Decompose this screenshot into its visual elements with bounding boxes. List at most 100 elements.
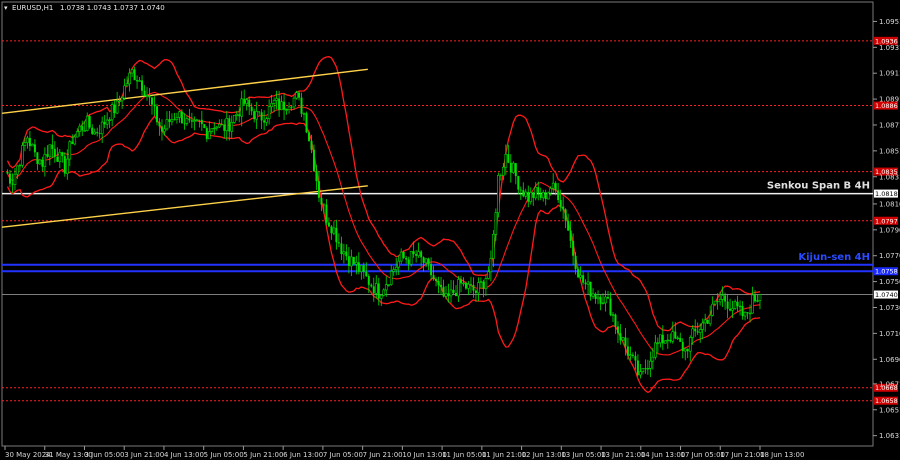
- candle-body: [524, 191, 528, 197]
- candle-body: [13, 173, 17, 185]
- candle-body: [255, 111, 258, 120]
- candle-body: [574, 255, 577, 270]
- candle-body: [405, 257, 408, 260]
- candle-body: [327, 222, 330, 227]
- candle-body: [145, 94, 149, 97]
- candle-body: [541, 192, 545, 199]
- price-chart[interactable]: 1.09361.08861.08351.08181.07971.07581.07…: [0, 0, 900, 460]
- candle-body: [537, 187, 540, 194]
- candle-body: [729, 308, 732, 311]
- candle-body: [155, 106, 158, 123]
- candle-body: [607, 297, 610, 299]
- candle-body: [178, 111, 181, 118]
- candle-body: [85, 115, 89, 131]
- candle-body: [455, 292, 458, 296]
- candle-body: [614, 314, 617, 327]
- candle-body: [365, 271, 368, 276]
- candle-body: [175, 117, 179, 120]
- candle-body: [11, 183, 14, 185]
- candle-body: [110, 104, 114, 121]
- candle-body: [420, 251, 423, 258]
- candle-body: [188, 118, 191, 121]
- candle-body: [28, 138, 31, 147]
- candle-body: [250, 106, 253, 112]
- candle-body: [138, 80, 141, 82]
- candle-body: [569, 230, 572, 241]
- candle-body: [758, 294, 762, 301]
- candle-body: [464, 283, 467, 289]
- candle-body: [352, 256, 355, 265]
- level-price-label: 1.0740: [875, 291, 898, 299]
- x-tick-label: 13 Jun 21:00: [601, 451, 645, 459]
- candle-body: [544, 192, 547, 200]
- candle-body: [517, 176, 520, 190]
- candle-body: [65, 158, 69, 174]
- x-tick-label: 7 Jun 05:00: [323, 451, 363, 459]
- candle-body: [582, 275, 585, 283]
- candle-body: [703, 319, 707, 324]
- candle-body: [243, 98, 246, 104]
- candle-body: [387, 284, 391, 286]
- candle-body: [58, 151, 62, 163]
- y-tick-label: 1.0651: [879, 406, 900, 414]
- candle-body: [258, 111, 261, 113]
- candle-body: [332, 227, 336, 234]
- header-arrow[interactable]: ▾: [4, 4, 8, 12]
- candle-body: [180, 111, 183, 124]
- candle-body: [409, 250, 413, 265]
- candle-body: [190, 120, 193, 122]
- candle-body: [83, 130, 87, 132]
- candle-body: [609, 298, 612, 315]
- candle-body: [412, 251, 415, 255]
- candle-body: [502, 166, 505, 176]
- candle-body: [295, 92, 298, 99]
- x-tick-label: 17 Jun 21:00: [720, 451, 764, 459]
- candle-body: [357, 262, 360, 272]
- candle-body: [432, 275, 435, 280]
- candle-body: [514, 163, 517, 177]
- x-tick-label: 14 Jun 13:00: [641, 451, 685, 459]
- candle-body: [120, 97, 124, 102]
- candle-body: [73, 136, 77, 145]
- y-tick-label: 1.0671: [879, 380, 900, 388]
- candle-body: [394, 266, 398, 270]
- candle-body: [225, 118, 229, 132]
- candle-body: [721, 295, 724, 300]
- candle-body: [285, 109, 288, 111]
- candle-body: [654, 342, 657, 358]
- candle-body: [230, 122, 234, 132]
- candle-body: [397, 260, 400, 268]
- candle-body: [382, 289, 386, 296]
- candle-body: [447, 293, 450, 296]
- candle-body: [681, 341, 684, 352]
- candle-body: [91, 127, 94, 134]
- x-tick-label: 5 Jun 05:00: [204, 451, 244, 459]
- candle-body: [522, 190, 525, 197]
- candle-body: [108, 119, 111, 121]
- candle-body: [312, 149, 315, 172]
- level-price-label: 1.0658: [875, 397, 898, 405]
- candle-body: [56, 156, 59, 162]
- candle-body: [128, 72, 131, 85]
- candle-body: [389, 271, 393, 285]
- candle-body: [36, 152, 39, 164]
- candle-body: [81, 126, 84, 131]
- candle-body: [223, 125, 226, 131]
- candle-body: [472, 284, 475, 291]
- candle-body: [43, 153, 47, 167]
- candle-body: [467, 283, 470, 289]
- candle-body: [235, 113, 239, 116]
- candle-body: [377, 283, 380, 299]
- candle-body: [125, 83, 129, 87]
- candle-body: [457, 279, 460, 297]
- candle-body: [265, 118, 268, 123]
- x-tick-label: 6 Jun 13:00: [283, 451, 323, 459]
- x-tick-label: 4 Jun 13:00: [164, 451, 204, 459]
- candle-body: [193, 120, 196, 122]
- y-tick-label: 1.0790: [879, 226, 900, 234]
- candle-body: [639, 371, 642, 376]
- candle-body: [16, 165, 19, 175]
- candle-body: [402, 251, 405, 258]
- candle-body: [185, 118, 189, 124]
- candle-body: [656, 342, 660, 344]
